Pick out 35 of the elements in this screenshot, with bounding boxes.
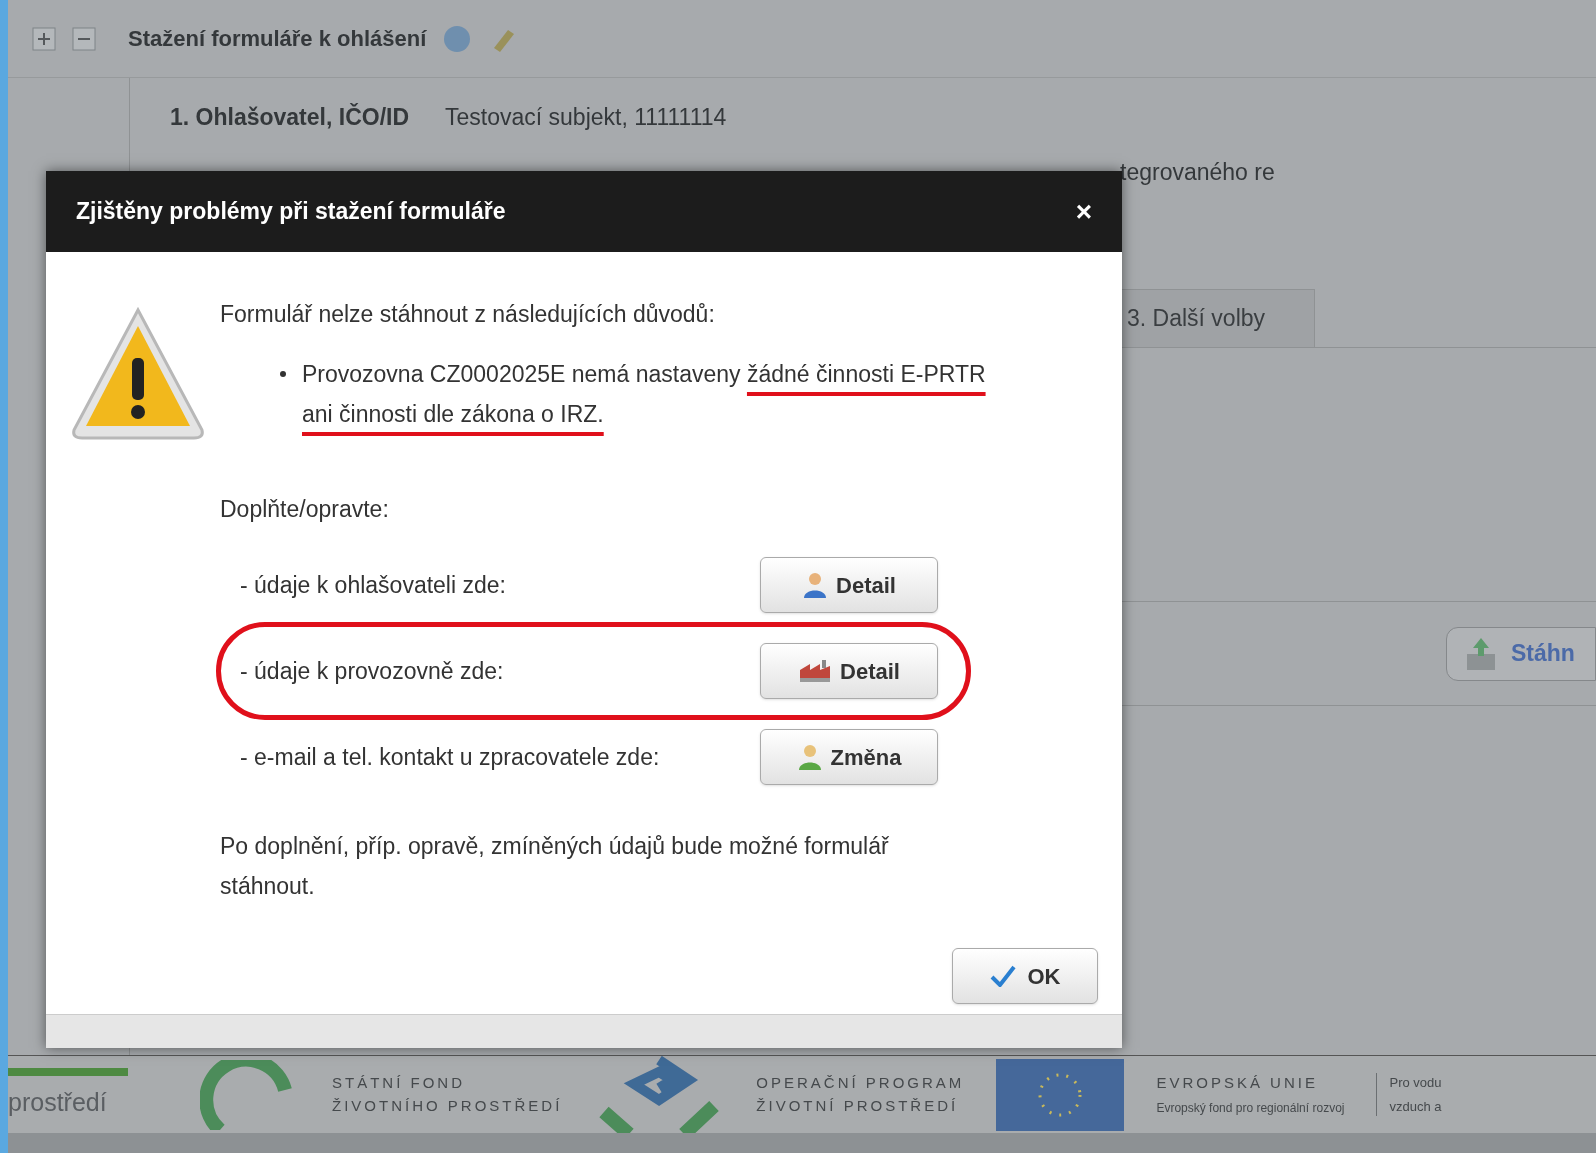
logo-text: Pro vodu [1389, 1074, 1442, 1092]
bullet-icon [280, 370, 286, 377]
logo-text: OPERAČNÍ PROGRAM [756, 1073, 965, 1093]
person-icon [796, 743, 823, 771]
field-value: Testovací subjekt, 11111114 [445, 103, 727, 132]
intro-text: Formulář nelze stáhnout z následujících důvodů: [220, 300, 716, 329]
check-icon [989, 965, 1016, 987]
logo-text: ŽIVOTNÍ PROSTŘEDÍ [756, 1095, 960, 1116]
expand-icon[interactable] [32, 26, 56, 51]
collapse-icon[interactable] [72, 26, 96, 51]
close-button[interactable]: × [1075, 190, 1092, 233]
ok-button[interactable]: OK [952, 948, 1098, 1004]
eu-flag-icon [996, 1058, 1125, 1131]
field-value: tegrovaného re [1120, 157, 1275, 187]
reason-text: Provozovna CZ0002025E nemá nastaveny žádné činnosti E-PRTR ani činnosti dle zákona o IRZ. [302, 359, 987, 429]
row-label: - údaje k provozovně zde: [240, 656, 505, 686]
person-icon [802, 571, 829, 599]
row-label: - e-mail a tel. kontakt u zpracovatele zde: [240, 742, 661, 772]
row-label: - údaje k ohlašovateli zde: [240, 570, 507, 600]
logo-text: EVROPSKÁ UNIE [1156, 1073, 1319, 1094]
section-title: Stažení formuláře k ohlášení [128, 25, 427, 53]
building-icon [798, 658, 833, 684]
outro-text: Po doplnění, příp. opravě, zmíněných údajů bude možné formulář stáhnout. [220, 832, 890, 901]
field-label: 1. Ohlašovatel, IČO/ID [170, 102, 410, 132]
scrollbar[interactable] [8, 1133, 1596, 1153]
logo-text: Evropský fond pro regionální rozvoj [1156, 1099, 1345, 1117]
detail-button[interactable]: Detail [760, 557, 938, 613]
logo-text: STÁTNÍ FOND [332, 1073, 466, 1093]
fix-label: Doplňte/opravte: [220, 494, 390, 524]
logo-text: vzduch a [1389, 1097, 1442, 1116]
footer-text: prostředí [8, 1086, 107, 1118]
detail-button[interactable]: Změna [760, 729, 938, 785]
logo-text: ŽIVOTNÍHO PROSTŘEDÍ [332, 1095, 563, 1116]
detail-button[interactable]: Detail [760, 643, 938, 699]
dialog-title: Zjištěny problémy při stažení formuláře [76, 197, 506, 227]
